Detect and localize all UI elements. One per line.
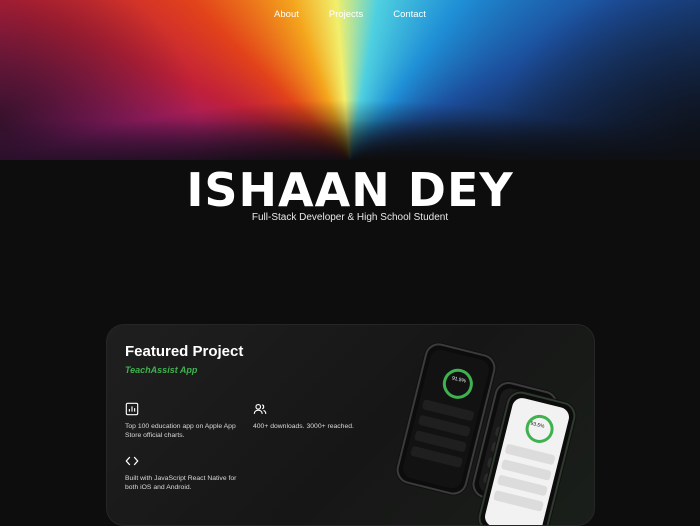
feature-item-charts: Top 100 education app on Apple App Store… [125, 402, 243, 440]
featured-project-card[interactable]: Featured Project TeachAssist App Top 100… [106, 324, 595, 526]
users-icon [253, 403, 267, 414]
hero-name: ISHAAN DEY [186, 163, 514, 217]
hero-tagline: Full-Stack Developer & High School Stude… [251, 212, 449, 223]
feature-text: 400+ downloads. 3000+ reached. [253, 423, 354, 430]
feature-item-stack: Built with JavaScript React Native for b… [125, 454, 243, 492]
feature-text: Top 100 education app on Apple App Store… [125, 423, 236, 439]
code-icon [125, 456, 139, 466]
hero-edges [0, 0, 700, 300]
bar-chart-icon [125, 402, 139, 416]
feature-item-downloads: 400+ downloads. 3000+ reached. [253, 402, 371, 431]
nav-contact-link[interactable]: Contact [393, 8, 426, 22]
featured-project-name: TeachAssist App [125, 365, 198, 375]
nav-projects-link[interactable]: Projects [329, 8, 363, 22]
top-nav: About Projects Contact [0, 8, 700, 22]
featured-heading: Featured Project [125, 343, 244, 360]
feature-text: Built with JavaScript React Native for b… [125, 475, 237, 491]
nav-about-link[interactable]: About [274, 8, 299, 22]
